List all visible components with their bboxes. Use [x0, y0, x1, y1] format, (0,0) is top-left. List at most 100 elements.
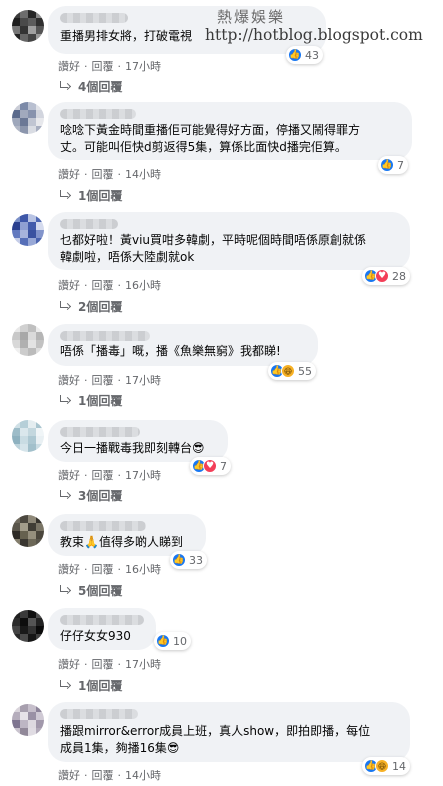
avatar[interactable]	[12, 704, 44, 736]
like-button[interactable]: 讚好	[58, 563, 80, 576]
comment-time[interactable]: 17小時	[125, 658, 161, 671]
comment-meta: 讚好 · 回覆 · 17小時	[58, 372, 161, 388]
separator: ·	[117, 469, 122, 482]
comment-time[interactable]: 17小時	[125, 469, 161, 482]
reply-button[interactable]: 回覆	[92, 469, 114, 482]
comment-meta: 讚好 · 回覆 · 17小時	[58, 656, 161, 672]
like-button[interactable]: 讚好	[58, 769, 80, 782]
view-replies-link[interactable]: 1個回覆	[58, 677, 122, 694]
commenter-name-redacted[interactable]	[60, 109, 136, 119]
comment-time[interactable]: 17小時	[125, 60, 161, 73]
view-replies-link[interactable]: 1個回覆	[58, 392, 122, 409]
comment-text: 唔係「播毒」嘅，播《魚樂無窮》我都睇!	[60, 344, 281, 358]
separator: ·	[117, 658, 122, 671]
reaction-summary[interactable]: 👍 43	[286, 46, 323, 64]
reaction-summary[interactable]: 👍 10	[154, 632, 191, 650]
reply-arrow-icon	[58, 489, 70, 502]
avatar[interactable]	[12, 324, 44, 356]
comment-text: 教束🙏值得多啲人睇到	[60, 535, 183, 549]
separator: ·	[117, 168, 122, 181]
reaction-count: 10	[173, 634, 187, 648]
commenter-name-redacted[interactable]	[60, 219, 118, 229]
comment-time[interactable]: 16小時	[125, 563, 161, 576]
comment-text: 成員1集，夠播16集😎	[60, 741, 180, 755]
separator: ·	[117, 769, 122, 782]
commenter-name-redacted[interactable]	[60, 331, 150, 341]
comment-time[interactable]: 17小時	[125, 374, 161, 387]
comment-time[interactable]: 14小時	[125, 769, 161, 782]
like-button[interactable]: 讚好	[58, 374, 80, 387]
reaction-count: 14	[392, 759, 406, 773]
love-reaction-icon: ♥	[375, 269, 389, 283]
reaction-count: 7	[220, 459, 227, 473]
haha-reaction-icon: 😆	[281, 364, 295, 378]
separator: ·	[84, 168, 88, 181]
commenter-name-redacted[interactable]	[60, 615, 144, 625]
commenter-name-redacted[interactable]	[60, 427, 140, 437]
separator: ·	[117, 60, 122, 73]
avatar[interactable]	[12, 10, 44, 42]
reply-button[interactable]: 回覆	[92, 60, 114, 73]
comment-time[interactable]: 14小時	[125, 168, 161, 181]
like-reaction-icon: 👍	[156, 634, 170, 648]
comment-meta: 讚好 · 回覆 · 17小時	[58, 467, 161, 483]
view-replies-link[interactable]: 3個回覆	[58, 487, 122, 504]
like-button[interactable]: 讚好	[58, 658, 80, 671]
replies-count-label: 4個回覆	[78, 80, 123, 94]
avatar[interactable]	[12, 610, 44, 642]
replies-count-label: 1個回覆	[78, 394, 123, 408]
avatar[interactable]	[12, 102, 44, 134]
like-button[interactable]: 讚好	[58, 60, 80, 73]
like-button[interactable]: 讚好	[58, 279, 80, 292]
reaction-summary[interactable]: 👍 7	[378, 156, 408, 174]
replies-count-label: 3個回覆	[78, 489, 123, 503]
reply-button[interactable]: 回覆	[92, 563, 114, 576]
comment-meta: 讚好 · 回覆 · 17小時	[58, 58, 161, 74]
reply-button[interactable]: 回覆	[92, 769, 114, 782]
commenter-name-redacted[interactable]	[60, 709, 138, 719]
like-button[interactable]: 讚好	[58, 469, 80, 482]
separator: ·	[84, 60, 88, 73]
replies-count-label: 1個回覆	[78, 189, 123, 203]
separator: ·	[84, 279, 88, 292]
comment-bubble: 今日一播戰毒我即刻轉台😎	[48, 420, 228, 462]
reply-button[interactable]: 回覆	[92, 658, 114, 671]
avatar[interactable]	[12, 515, 44, 547]
view-replies-link[interactable]: 5個回覆	[58, 582, 122, 599]
commenter-name-redacted[interactable]	[60, 13, 128, 23]
reply-arrow-icon	[58, 679, 70, 692]
comment-bubble: 乜都好啦！黃viu買咁多韓劇，平時呢個時間唔係原創就係 韓劇啦，唔係大陸劇就ok	[48, 212, 410, 270]
like-button[interactable]: 讚好	[58, 168, 80, 181]
avatar[interactable]	[12, 214, 44, 246]
reaction-count: 55	[298, 364, 312, 378]
view-replies-link[interactable]: 2個回覆	[58, 298, 122, 315]
replies-count-label: 5個回覆	[78, 584, 123, 598]
comment-meta: 讚好 · 回覆 · 16小時	[58, 561, 161, 577]
view-replies-link[interactable]: 1個回覆	[58, 187, 122, 204]
comment-bubble: 播跟mirror&error成員上班，真人show，即拍即播，每位 成員1集，夠…	[48, 702, 410, 762]
haha-reaction-icon: 😆	[375, 759, 389, 773]
reply-button[interactable]: 回覆	[92, 168, 114, 181]
comment-meta: 讚好 · 回覆 · 14小時	[58, 166, 161, 182]
reaction-summary[interactable]: 👍 ♥ 28	[362, 267, 410, 285]
love-reaction-icon: ♥	[203, 459, 217, 473]
reaction-summary[interactable]: 👍 😆 55	[268, 362, 316, 380]
avatar[interactable]	[12, 420, 44, 452]
comment-time[interactable]: 16小時	[125, 279, 161, 292]
reply-arrow-icon	[58, 300, 70, 313]
comment-bubble: 唸唸下黃金時間重播佢可能覺得好方面，停播又鬧得罪方 丈。可能叫佢快d剪返得5集，…	[48, 102, 412, 160]
reaction-summary[interactable]: 👍 😆 14	[362, 757, 410, 775]
comment-text: 乜都好啦！黃viu買咁多韓劇，平時呢個時間唔係原創就係	[60, 233, 367, 247]
reaction-summary[interactable]: 👍 ♥ 7	[190, 457, 231, 475]
separator: ·	[117, 374, 122, 387]
comment-text: 今日一播戰毒我即刻轉台😎	[60, 441, 205, 455]
comment-text: 重播男排女將，打破電視	[60, 29, 193, 43]
view-replies-link[interactable]: 4個回覆	[58, 78, 122, 95]
reply-button[interactable]: 回覆	[92, 374, 114, 387]
reaction-count: 7	[397, 158, 404, 172]
comment-bubble: 唔係「播毒」嘅，播《魚樂無窮》我都睇!	[48, 324, 318, 366]
reaction-summary[interactable]: 👍 33	[170, 551, 207, 569]
separator: ·	[117, 563, 122, 576]
reply-button[interactable]: 回覆	[92, 279, 114, 292]
commenter-name-redacted[interactable]	[60, 521, 146, 531]
